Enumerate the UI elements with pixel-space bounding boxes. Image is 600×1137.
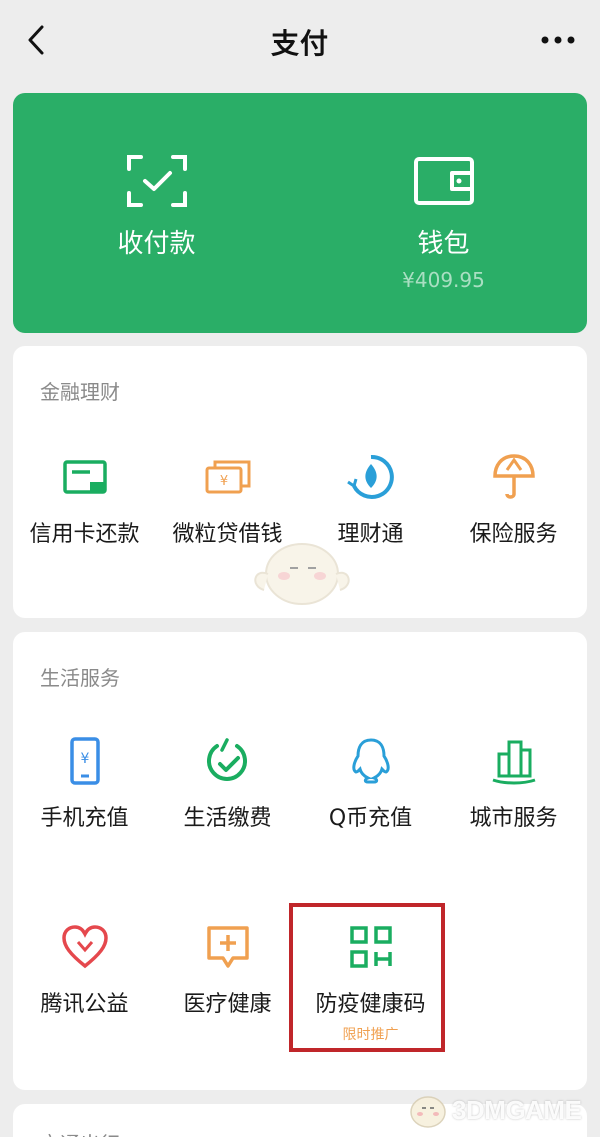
receive-pay-label: 收付款 bbox=[117, 229, 196, 259]
money-stack-icon: ¥ bbox=[205, 460, 250, 494]
city-buildings-icon bbox=[492, 740, 535, 785]
utility-payment-icon bbox=[206, 738, 247, 781]
item-label: 保险服务 bbox=[469, 522, 558, 547]
back-arrow-icon bbox=[28, 25, 44, 55]
wallet-button[interactable]: 钱包 ¥409.95 bbox=[300, 93, 587, 333]
item-label: 信用卡还款 bbox=[29, 522, 140, 547]
scan-check-icon bbox=[126, 155, 187, 207]
item-label: 手机充值 bbox=[40, 806, 129, 831]
credit-card-icon bbox=[62, 460, 107, 494]
item-label: 城市服务 bbox=[469, 806, 558, 831]
more-dots-icon bbox=[541, 36, 575, 44]
back-button[interactable] bbox=[18, 22, 54, 58]
wallet-balance: ¥409.95 bbox=[402, 268, 485, 292]
item-label: 生活缴费 bbox=[183, 806, 272, 831]
mascot-watermark bbox=[254, 543, 350, 605]
licaitong-icon bbox=[346, 454, 394, 499]
section-title: 交通出行 bbox=[40, 1128, 120, 1137]
city-services-item[interactable]: 城市服务 bbox=[442, 736, 585, 832]
insurance-umbrella-icon bbox=[492, 454, 535, 499]
item-label: Q币充值 bbox=[328, 806, 413, 831]
svg-text:¥: ¥ bbox=[80, 751, 89, 767]
tencent-charity-item[interactable]: 腾讯公益 bbox=[13, 922, 156, 1018]
insurance-item[interactable]: 保险服务 bbox=[442, 452, 585, 548]
top-navbar: 支付 bbox=[0, 0, 600, 84]
qq-penguin-icon bbox=[351, 738, 390, 784]
item-label: 腾讯公益 bbox=[40, 992, 129, 1017]
credit-card-repay-item[interactable]: 信用卡还款 bbox=[13, 452, 156, 548]
receive-pay-button[interactable]: 收付款 bbox=[13, 93, 300, 333]
watermark-text: 3DMGAME bbox=[452, 1094, 582, 1125]
page-title: 支付 bbox=[270, 27, 329, 60]
medical-health-item[interactable]: 医疗健康 bbox=[156, 922, 299, 1018]
section-title: 金融理财 bbox=[40, 380, 120, 404]
utility-payment-item[interactable]: 生活缴费 bbox=[156, 736, 299, 832]
site-watermark: 3DMGAME bbox=[404, 1083, 594, 1137]
svg-text:¥: ¥ bbox=[219, 474, 227, 489]
more-options-button[interactable] bbox=[538, 28, 578, 52]
phone-recharge-icon: ¥ bbox=[69, 737, 100, 785]
phone-recharge-item[interactable]: ¥ 手机充值 bbox=[13, 736, 156, 832]
item-label: 医疗健康 bbox=[183, 992, 272, 1017]
mascot-logo-icon bbox=[410, 1096, 446, 1128]
wallet-icon bbox=[413, 157, 474, 205]
highlight-annotation bbox=[289, 903, 445, 1052]
section-title: 生活服务 bbox=[40, 666, 120, 690]
wallet-label: 钱包 bbox=[417, 229, 470, 259]
charity-heart-icon bbox=[61, 925, 108, 969]
medical-cross-icon bbox=[206, 926, 249, 968]
q-coin-recharge-item[interactable]: Q币充值 bbox=[299, 736, 442, 832]
payment-wallet-card: 收付款 钱包 ¥409.95 bbox=[13, 93, 587, 333]
